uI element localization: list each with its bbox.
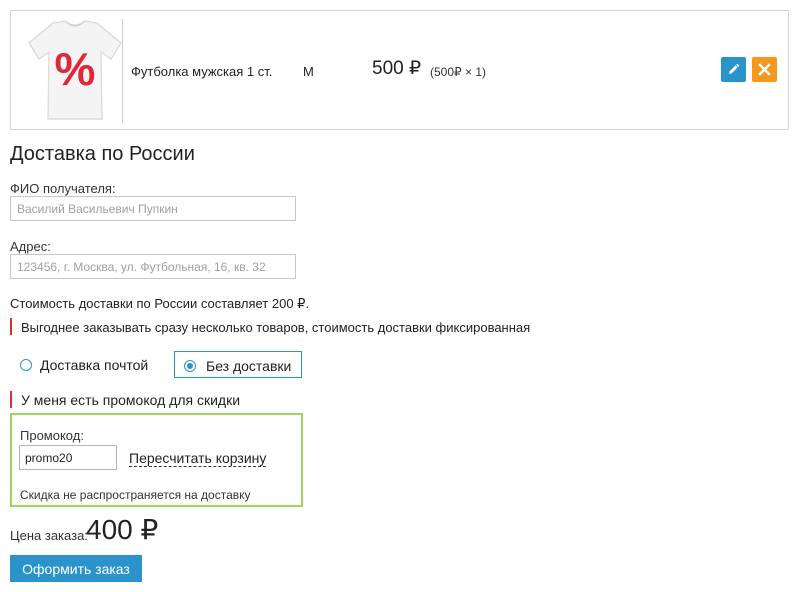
product-name: Футболка мужская 1 ст. bbox=[131, 64, 273, 79]
recipient-name-input[interactable] bbox=[10, 196, 296, 221]
radio-mail-delivery[interactable] bbox=[20, 359, 32, 371]
product-image: % bbox=[25, 19, 125, 123]
option-mail-delivery-label: Доставка почтой bbox=[40, 357, 149, 373]
note-marker bbox=[10, 318, 12, 335]
product-size: M bbox=[303, 64, 314, 79]
recalc-cart-link[interactable]: Пересчитать корзину bbox=[129, 450, 267, 467]
promo-note: Скидка не распространяется на доставку bbox=[20, 488, 251, 502]
order-total: 400 ₽ bbox=[86, 514, 159, 545]
pencil-icon bbox=[729, 63, 740, 74]
order-price-label: Цена заказа: bbox=[10, 528, 88, 543]
delete-item-button[interactable] bbox=[752, 57, 777, 82]
product-price-calc: (500₽ × 1) bbox=[430, 65, 486, 79]
product-price: 500 ₽ bbox=[372, 58, 422, 79]
edit-item-button[interactable] bbox=[721, 57, 746, 82]
item-divider bbox=[122, 19, 123, 123]
delivery-heading: Доставка по России bbox=[10, 143, 195, 165]
shirt-print-text: % bbox=[55, 43, 96, 95]
close-icon bbox=[758, 63, 771, 76]
cart-item-panel: % Футболка мужская 1 ст. M 500 ₽ (500₽ ×… bbox=[10, 10, 789, 130]
option-no-delivery[interactable]: Без доставки bbox=[174, 351, 302, 378]
radio-no-delivery[interactable] bbox=[184, 360, 196, 372]
recipient-name-label: ФИО получателя: bbox=[10, 181, 116, 196]
promo-marker bbox=[10, 391, 12, 408]
address-input[interactable] bbox=[10, 254, 296, 279]
delivery-note-text: Выгоднее заказывать сразу несколько това… bbox=[21, 320, 531, 335]
promo-toggle[interactable]: У меня есть промокод для скидки bbox=[21, 392, 240, 408]
option-no-delivery-label: Без доставки bbox=[206, 358, 292, 374]
option-mail-delivery[interactable]: Доставка почтой bbox=[20, 357, 148, 373]
promo-code-input[interactable] bbox=[19, 445, 117, 470]
promo-label: Промокод: bbox=[20, 428, 84, 443]
delivery-cost-text: Стоимость доставки по России составляет … bbox=[10, 296, 310, 311]
address-label: Адрес: bbox=[10, 239, 51, 254]
submit-order-button[interactable]: Оформить заказ bbox=[10, 555, 142, 582]
